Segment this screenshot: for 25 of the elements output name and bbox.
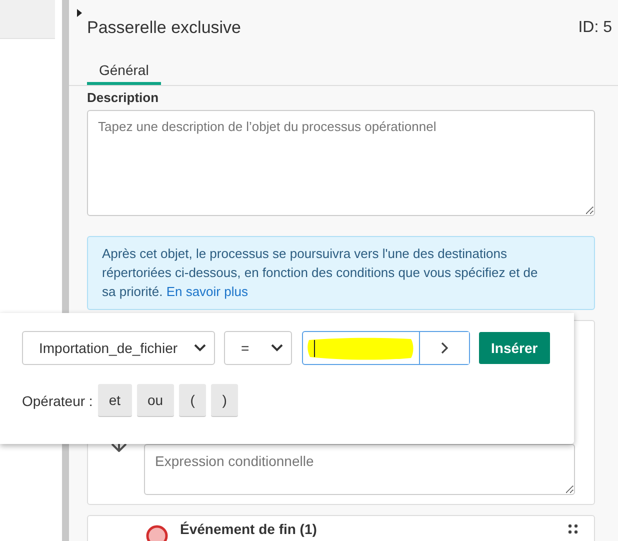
id-label: ID: 5 xyxy=(578,19,612,37)
info-message: Après cet objet, le processus se poursuivra vers l'une des destinations répertoriées ci-dessous, en fonction des conditions que vous spécifiez et de sa priorité. En savoir plus xyxy=(87,236,595,310)
operator-label: Opérateur : xyxy=(22,392,93,408)
panel-title: Passerelle exclusive xyxy=(87,18,242,38)
learn-more-link[interactable]: En savoir plus xyxy=(166,284,248,299)
chevron-down-icon xyxy=(271,344,283,352)
chevron-right-icon xyxy=(440,342,449,354)
condition-field[interactable]: Expression conditionnelle xyxy=(144,444,575,495)
insert-button[interactable]: Insérer xyxy=(479,332,550,364)
end-event-label: Événement de fin (1) xyxy=(180,521,317,537)
operator-button[interactable]: ( xyxy=(179,384,206,417)
operator-button[interactable]: et xyxy=(98,384,132,417)
field-label: Description xyxy=(87,90,160,105)
value-field[interactable] xyxy=(302,331,470,365)
tab[interactable]: Général xyxy=(87,60,161,85)
operator-button[interactable]: ou xyxy=(136,384,174,417)
end-event-icon xyxy=(146,525,168,541)
drag-handle-icon[interactable] xyxy=(568,524,578,534)
expand-icon[interactable] xyxy=(77,9,82,17)
header-bar xyxy=(0,0,55,39)
variable-dropdown[interactable]: Importation_de_fichier xyxy=(22,331,215,365)
description-field[interactable]: Tapez une description de l’objet du processus opérationnel xyxy=(87,110,595,216)
operator-dropdown[interactable]: = xyxy=(224,331,292,365)
operator-button[interactable]: ) xyxy=(211,384,238,417)
chevron-down-icon xyxy=(194,344,206,352)
